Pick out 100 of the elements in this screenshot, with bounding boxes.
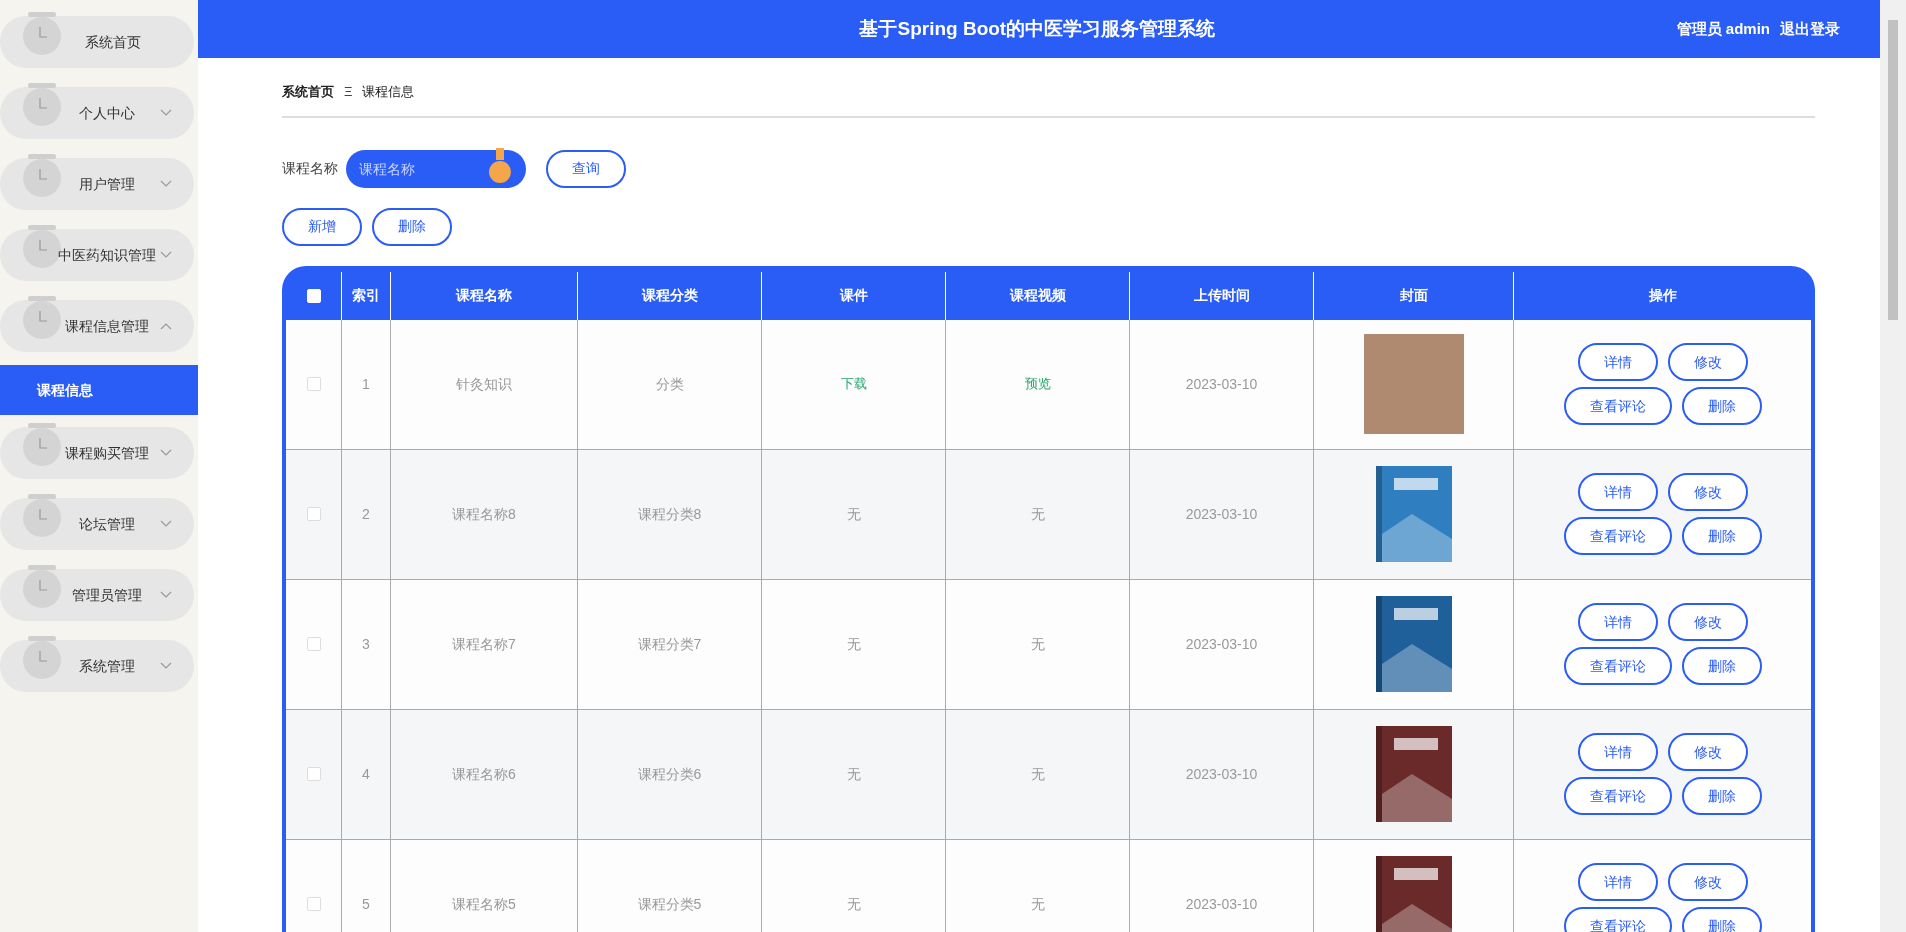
sidebar-item-label: 系统管理 — [78, 656, 136, 676]
table-cell-text: 2023-03-10 — [1185, 374, 1258, 394]
table-cell-text: 课程分类7 — [637, 634, 702, 654]
clock-icon — [22, 565, 62, 611]
table-cell-text: 课程名称8 — [452, 504, 516, 524]
checkbox[interactable] — [306, 897, 321, 911]
submenu-item[interactable]: 课程信息 — [0, 365, 198, 415]
logout-link[interactable]: 退出登录 — [1780, 17, 1840, 41]
clock-icon — [22, 296, 62, 342]
checkbox[interactable] — [306, 767, 321, 781]
delete-button[interactable]: 删除 — [1681, 777, 1762, 815]
chevron-down-icon — [160, 591, 172, 599]
sidebar-item-label: 个人中心 — [78, 103, 136, 123]
table-cell-text: 课程名称5 — [452, 894, 516, 914]
comments-button[interactable]: 查看评论 — [1563, 907, 1672, 932]
clock-icon — [22, 83, 62, 129]
search-button[interactable]: 查询 — [546, 149, 626, 188]
column-header: 索引 — [342, 271, 391, 320]
table-cell-text: 无 — [1030, 894, 1045, 914]
detail-button[interactable]: 详情 — [1577, 863, 1658, 901]
table-cell-text: 针灸知识 — [456, 374, 512, 394]
comments-button[interactable]: 查看评论 — [1563, 647, 1672, 685]
column-header: 封面 — [1314, 271, 1514, 320]
user-label: 管理员 admin — [1676, 18, 1770, 39]
table-cell-text: 无 — [1030, 504, 1045, 524]
chevron-down-icon — [160, 662, 172, 670]
checkbox[interactable] — [306, 377, 321, 391]
table-cell-text: 2023-03-10 — [1185, 504, 1258, 524]
sidebar-item-label: 论坛管理 — [78, 514, 136, 534]
table-cell-text: 无 — [846, 504, 861, 524]
detail-button[interactable]: 详情 — [1577, 603, 1658, 641]
table-cell-text: 2023-03-10 — [1185, 634, 1258, 654]
table-cell-text: 1 — [362, 374, 370, 394]
sidebar-item-label: 课程信息管理 — [64, 316, 150, 336]
comments-button[interactable]: 查看评论 — [1563, 777, 1672, 815]
clock-icon — [22, 636, 62, 682]
column-header: 课程分类 — [578, 271, 762, 320]
column-header: 上传时间 — [1130, 271, 1314, 320]
chevron-down-icon — [160, 520, 172, 528]
edit-button[interactable]: 修改 — [1667, 863, 1748, 901]
breadcrumb-link[interactable]: 系统首页 — [282, 82, 334, 102]
edit-button[interactable]: 修改 — [1667, 603, 1748, 641]
table-cell-text: 无 — [1030, 634, 1045, 654]
column-header: 课程名称 — [391, 271, 578, 320]
edit-button[interactable]: 修改 — [1667, 733, 1748, 771]
clock-icon — [22, 494, 62, 540]
table-cell-text: 无 — [846, 634, 861, 654]
table-cell-text: 无 — [846, 894, 861, 914]
table-cell-text: 无 — [1030, 764, 1045, 784]
delete-button[interactable]: 删除 — [1681, 387, 1762, 425]
sidebar-item-label: 课程购买管理 — [64, 443, 150, 463]
delete-button[interactable]: 删除 — [1681, 517, 1762, 555]
search-label: 课程名称 — [282, 159, 338, 178]
chevron-down-icon — [160, 251, 172, 259]
table-cell-text: 3 — [362, 634, 370, 654]
sidebar-item-label: 中医药知识管理 — [57, 245, 157, 265]
sidebar-item-label: 系统首页 — [84, 32, 142, 52]
column-header: 课件 — [762, 271, 946, 320]
comments-button[interactable]: 查看评论 — [1563, 387, 1672, 425]
sidebar-item-label: 管理员管理 — [71, 585, 143, 605]
table-cell-text: 课程名称6 — [452, 764, 516, 784]
table-cell-text: 2023-03-10 — [1185, 764, 1258, 784]
delete-button[interactable]: 删除 — [372, 207, 452, 246]
column-header: 课程视频 — [946, 271, 1130, 320]
edit-button[interactable]: 修改 — [1667, 343, 1748, 381]
preview-link[interactable]: 预览 — [1024, 374, 1051, 394]
table-cell-text: 课程分类6 — [637, 764, 702, 784]
breadcrumb-separator: Ξ — [344, 83, 353, 101]
edit-button[interactable]: 修改 — [1667, 473, 1748, 511]
chevron-up-icon — [160, 322, 172, 330]
search-field[interactable]: 课程名称 — [346, 149, 526, 188]
clock-icon — [22, 12, 62, 58]
table-cell-text: 分类 — [655, 374, 684, 394]
table-cell-text: 无 — [846, 764, 861, 784]
delete-button[interactable]: 删除 — [1681, 647, 1762, 685]
clock-icon — [22, 154, 62, 200]
comments-button[interactable]: 查看评论 — [1563, 517, 1672, 555]
table-cell-text: 课程分类8 — [637, 504, 702, 524]
detail-button[interactable]: 详情 — [1577, 733, 1658, 771]
table-cell-text: 2023-03-10 — [1185, 894, 1258, 914]
detail-button[interactable]: 详情 — [1577, 473, 1658, 511]
checkbox[interactable] — [306, 507, 321, 521]
table-cell-text: 课程分类5 — [637, 894, 702, 914]
chevron-down-icon — [160, 109, 172, 117]
detail-button[interactable]: 详情 — [1577, 343, 1658, 381]
add-button[interactable]: 新增 — [282, 207, 362, 246]
table-cell-text: 2 — [362, 504, 370, 524]
chevron-down-icon — [160, 180, 172, 188]
breadcrumb-current: 课程信息 — [362, 83, 415, 101]
table-cell-text: 4 — [362, 764, 370, 784]
download-link[interactable]: 下载 — [840, 374, 867, 394]
table-cell-text: 课程名称7 — [452, 634, 516, 654]
clock-icon — [22, 423, 62, 469]
table-cell-text: 5 — [362, 894, 370, 914]
chevron-down-icon — [160, 449, 172, 457]
checkbox[interactable] — [306, 637, 321, 651]
sidebar-item-label: 用户管理 — [78, 174, 136, 194]
delete-button[interactable]: 删除 — [1681, 907, 1762, 932]
app-title: 基于Spring Boot的中医学习服务管理系统 — [858, 16, 1217, 41]
column-header: 操作 — [1647, 286, 1678, 305]
